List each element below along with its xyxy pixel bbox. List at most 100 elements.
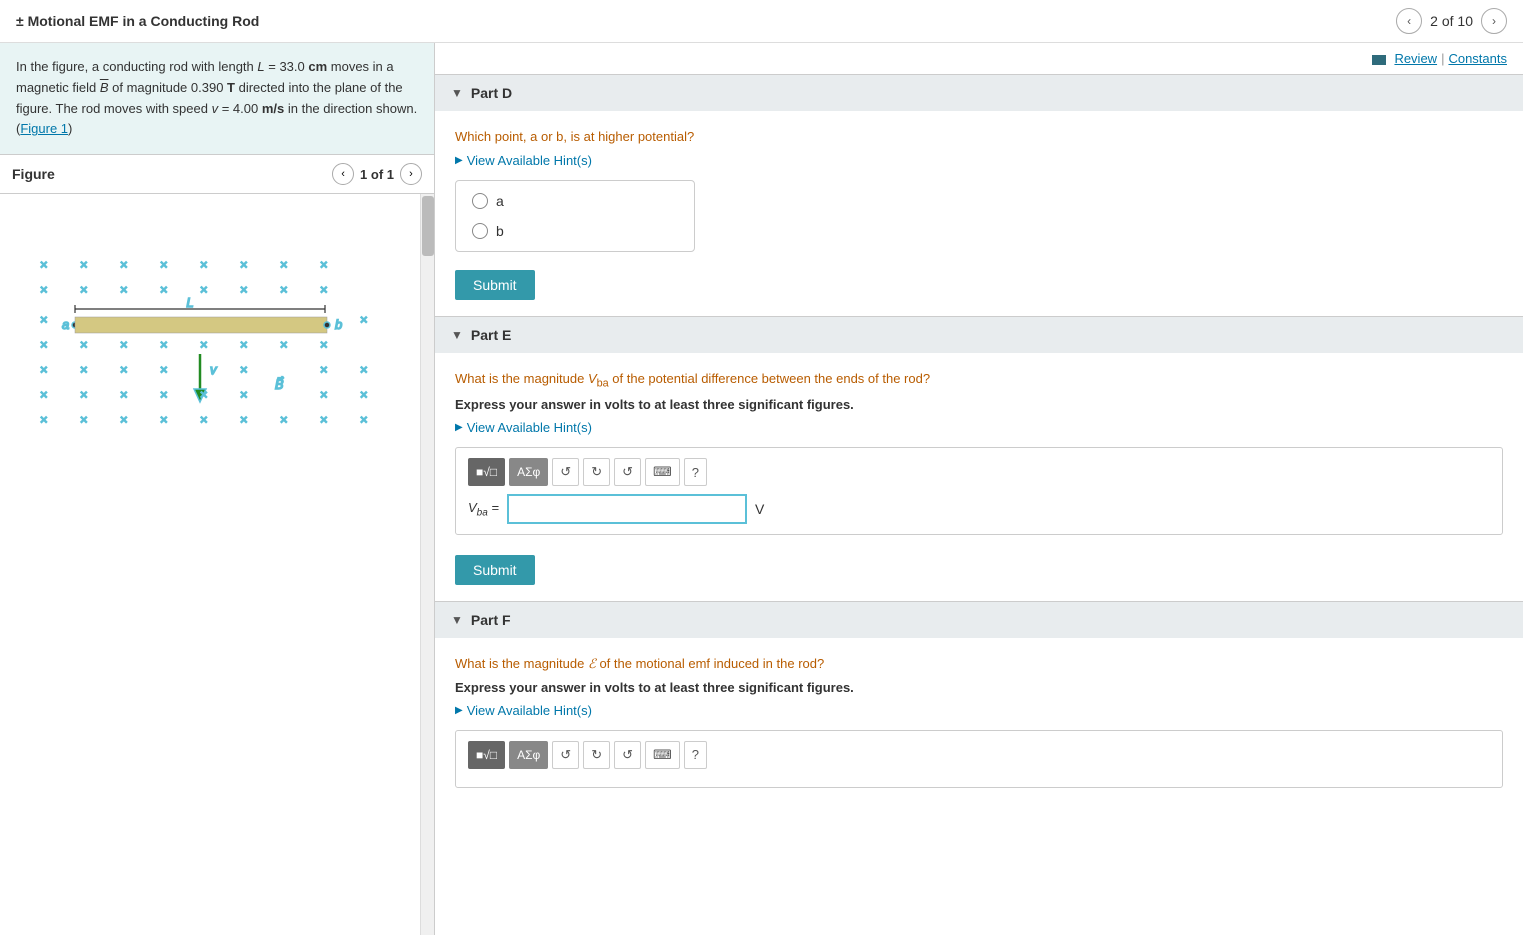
option-a-label: a xyxy=(496,193,504,209)
svg-text:×: × xyxy=(160,412,168,427)
svg-text:×: × xyxy=(240,257,248,272)
part-e-arrow: ▼ xyxy=(451,328,463,342)
svg-text:×: × xyxy=(200,412,208,427)
tb-sigma-btn-f[interactable]: ΑΣφ xyxy=(509,741,548,769)
svg-text:×: × xyxy=(120,257,128,272)
svg-text:×: × xyxy=(120,282,128,297)
svg-text:×: × xyxy=(200,337,208,352)
svg-text:L: L xyxy=(186,295,193,310)
svg-text:×: × xyxy=(120,362,128,377)
svg-text:×: × xyxy=(320,362,328,377)
part-f-hint[interactable]: ▶ View Available Hint(s) xyxy=(455,703,1503,718)
toolbar-row-f: ■√□ ΑΣφ ↺ ↻ ↺ ⌨ ? xyxy=(468,741,1490,769)
svg-text:×: × xyxy=(40,312,48,327)
constants-link[interactable]: Constants xyxy=(1448,51,1507,66)
part-d-arrow: ▼ xyxy=(451,86,463,100)
tb-sigma-btn-e[interactable]: ΑΣφ xyxy=(509,458,548,486)
prev-button[interactable]: ‹ xyxy=(1396,8,1422,34)
svg-text:×: × xyxy=(280,257,288,272)
part-e-section: ▼ Part E What is the magnitude Vba of th… xyxy=(435,316,1523,602)
svg-text:×: × xyxy=(360,312,368,327)
svg-text:×: × xyxy=(40,387,48,402)
part-f-arrow: ▼ xyxy=(451,613,463,627)
part-d-body: Which point, a or b, is at higher potent… xyxy=(435,111,1523,316)
part-f-body: What is the magnitude ℰ of the motional … xyxy=(435,638,1523,804)
svg-text:×: × xyxy=(360,412,368,427)
svg-text:×: × xyxy=(320,387,328,402)
tb-help-btn-e[interactable]: ? xyxy=(684,458,707,486)
option-a[interactable]: a xyxy=(472,193,678,209)
part-e-submit[interactable]: Submit xyxy=(455,555,535,585)
tb-keyboard-btn-f[interactable]: ⌨ xyxy=(645,741,680,769)
unit-label-e: V xyxy=(755,501,764,517)
tb-reset-btn-e[interactable]: ↺ xyxy=(614,458,641,486)
figure-scrollbar[interactable] xyxy=(420,194,434,935)
svg-text:×: × xyxy=(160,387,168,402)
option-b-label: b xyxy=(496,223,504,239)
figure1-link[interactable]: Figure 1 xyxy=(20,121,68,136)
part-e-input[interactable] xyxy=(507,494,747,524)
svg-text:×: × xyxy=(200,387,208,402)
figure-title: Figure xyxy=(12,166,55,182)
part-e-title: Part E xyxy=(471,327,511,343)
figure-area: Figure ‹ 1 of 1 › × × × xyxy=(0,155,434,935)
part-f-question-line1: What is the magnitude ℰ of the motional … xyxy=(455,654,1503,674)
svg-text:×: × xyxy=(200,257,208,272)
next-button[interactable]: › xyxy=(1481,8,1507,34)
tb-help-btn-f[interactable]: ? xyxy=(684,741,707,769)
svg-text:×: × xyxy=(320,412,328,427)
part-e-header[interactable]: ▼ Part E xyxy=(435,317,1523,353)
page-title: ± Motional EMF in a Conducting Rod xyxy=(16,13,259,29)
svg-text:×: × xyxy=(40,282,48,297)
tb-redo-btn-e[interactable]: ↻ xyxy=(583,458,610,486)
figure-nav: ‹ 1 of 1 › xyxy=(332,163,422,185)
part-d-options: a b xyxy=(455,180,695,252)
svg-text:×: × xyxy=(80,257,88,272)
tb-sqrt-btn-e[interactable]: ■√□ xyxy=(468,458,505,486)
hint-arrow-e: ▶ xyxy=(455,422,463,433)
option-b[interactable]: b xyxy=(472,223,678,239)
radio-b[interactable] xyxy=(472,223,488,239)
part-d-submit[interactable]: Submit xyxy=(455,270,535,300)
figure-next-button[interactable]: › xyxy=(400,163,422,185)
radio-a[interactable] xyxy=(472,193,488,209)
input-row-e: Vba = V xyxy=(468,494,1490,524)
review-icon xyxy=(1372,51,1390,66)
figure-canvas: × × × × × × × × × × × × × × xyxy=(0,194,434,935)
part-d-header[interactable]: ▼ Part D xyxy=(435,75,1523,111)
svg-text:×: × xyxy=(280,337,288,352)
svg-text:×: × xyxy=(240,387,248,402)
svg-text:B⃗: B⃗ xyxy=(275,377,284,392)
toolbar-row-e: ■√□ ΑΣφ ↺ ↻ ↺ ⌨ ? xyxy=(468,458,1490,486)
part-d-section: ▼ Part D Which point, a or b, is at high… xyxy=(435,74,1523,316)
svg-text:×: × xyxy=(320,282,328,297)
hint-arrow: ▶ xyxy=(455,155,463,166)
svg-text:×: × xyxy=(40,257,48,272)
part-e-question-line1: What is the magnitude Vba of the potenti… xyxy=(455,369,1503,392)
rod-diagram: × × × × × × × × × × × × × × xyxy=(20,234,380,454)
part-e-question-line2: Express your answer in volts to at least… xyxy=(455,397,1503,412)
scroll-thumb[interactable] xyxy=(422,196,434,256)
figure-prev-button[interactable]: ‹ xyxy=(332,163,354,185)
svg-text:×: × xyxy=(200,282,208,297)
part-e-hint[interactable]: ▶ View Available Hint(s) xyxy=(455,420,1503,435)
svg-text:b: b xyxy=(335,317,342,332)
right-panel: Review | Constants ▼ Part D Which point,… xyxy=(435,43,1523,935)
svg-text:×: × xyxy=(240,282,248,297)
tb-undo-btn-f[interactable]: ↺ xyxy=(552,741,579,769)
svg-text:×: × xyxy=(80,282,88,297)
page-indicator: 2 of 10 xyxy=(1430,13,1473,29)
review-link[interactable]: Review xyxy=(1394,51,1437,66)
part-d-hint[interactable]: ▶ View Available Hint(s) xyxy=(455,153,1503,168)
tb-redo-btn-f[interactable]: ↻ xyxy=(583,741,610,769)
tb-keyboard-btn-e[interactable]: ⌨ xyxy=(645,458,680,486)
tb-sqrt-btn-f[interactable]: ■√□ xyxy=(468,741,505,769)
svg-text:×: × xyxy=(160,362,168,377)
tb-undo-btn-e[interactable]: ↺ xyxy=(552,458,579,486)
problem-text: In the figure, a conducting rod with len… xyxy=(0,43,434,155)
svg-text:×: × xyxy=(120,387,128,402)
part-f-header[interactable]: ▼ Part F xyxy=(435,602,1523,638)
svg-text:×: × xyxy=(280,412,288,427)
tb-reset-btn-f[interactable]: ↺ xyxy=(614,741,641,769)
svg-text:×: × xyxy=(240,362,248,377)
